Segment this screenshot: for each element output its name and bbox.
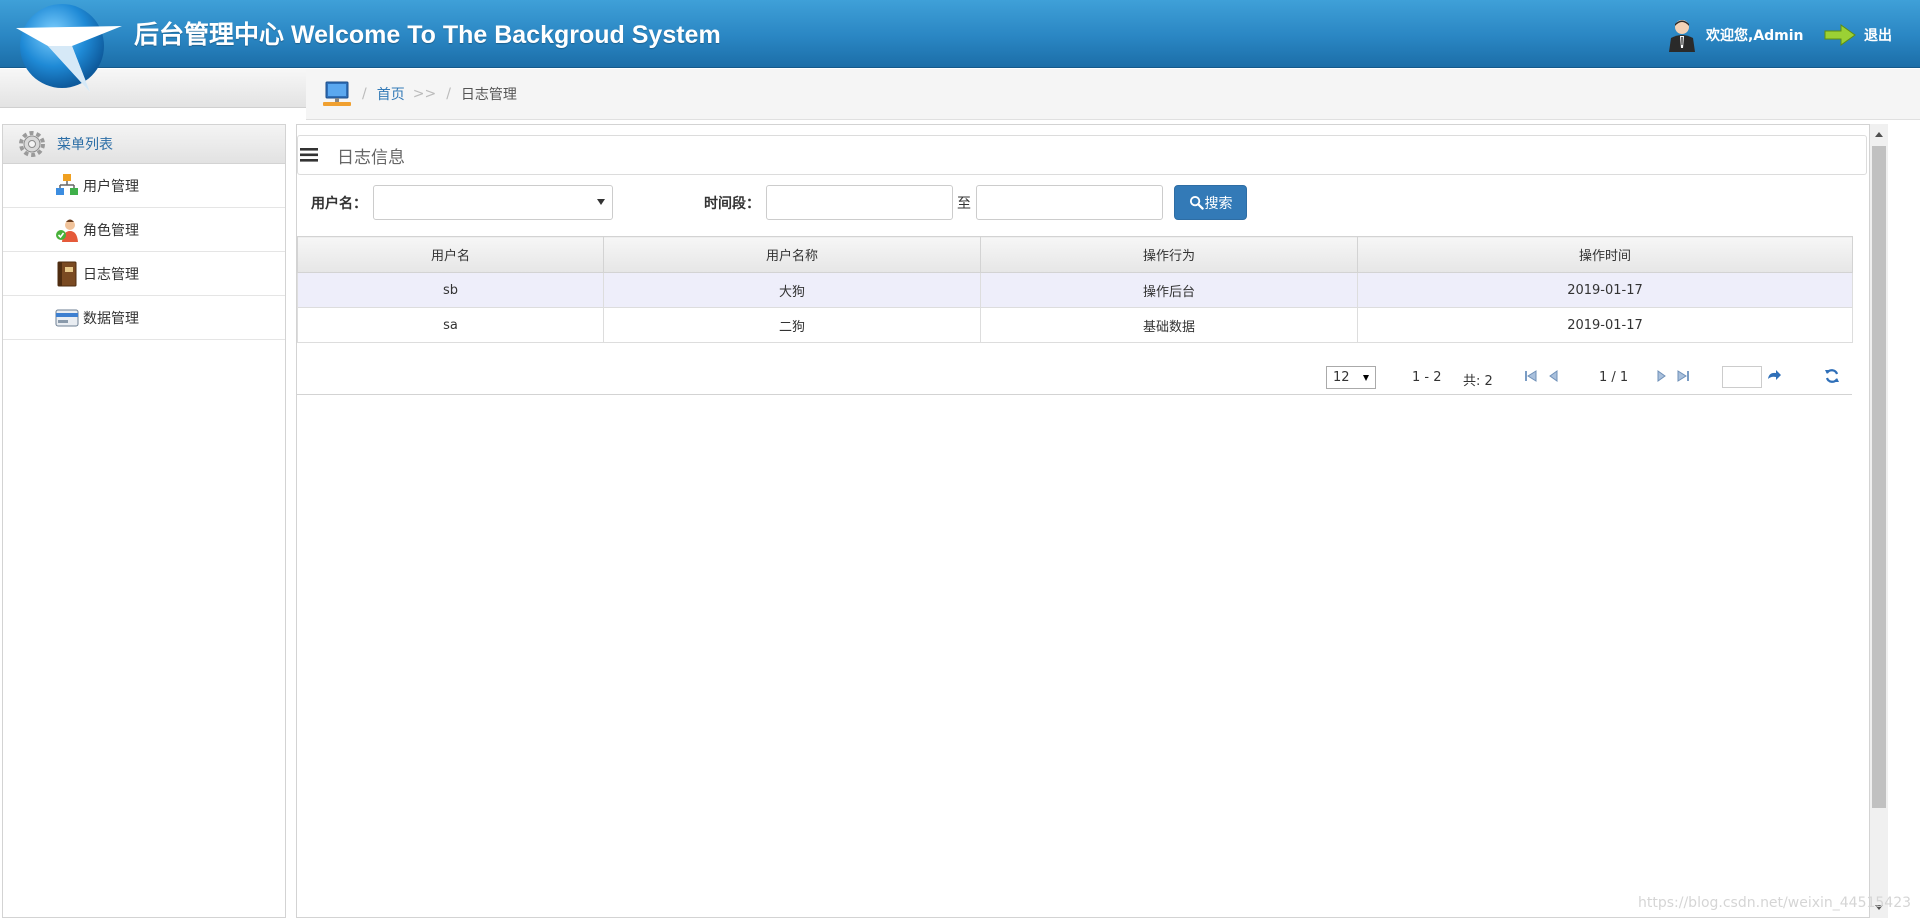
log-book-icon <box>57 261 77 286</box>
breadcrumb-separator: / <box>446 86 451 102</box>
top-header: 后台管理中心 Welcome To The Backgroud System 欢… <box>0 0 1920 68</box>
watermark-text: https://blog.csdn.net/weixin_44515423 <box>1638 895 1912 911</box>
pager: 12 1 - 2 共: 2 1 / 1 <box>297 358 1852 395</box>
table-header-row: 用户名 用户名称 操作行为 操作时间 <box>297 236 1853 273</box>
breadcrumb-separator: / <box>362 86 367 102</box>
sidebar-item-label: 日志管理 <box>83 266 139 283</box>
sidebar-heading: 菜单列表 <box>3 125 285 164</box>
page-indicator: 1 / 1 <box>1599 370 1629 385</box>
system-title: 后台管理中心 Welcome To The Backgroud System <box>134 21 721 49</box>
chevron-down-icon <box>1363 375 1369 381</box>
table-cell: 基础数据 <box>980 307 1358 343</box>
scrollbar-thumb[interactable] <box>1872 146 1886 808</box>
search-form: 用户名： 时间段： 至 搜索 <box>297 184 1871 220</box>
logo-icon <box>16 4 122 92</box>
breadcrumb-arrows: >> <box>412 86 437 102</box>
panel-header: 日志信息 <box>297 135 1867 175</box>
gear-icon <box>19 131 45 157</box>
breadcrumb-current: 日志管理 <box>460 87 517 103</box>
log-table: 用户名 用户名称 操作行为 操作时间 sb 大狗 操作后台 2019-01-17… <box>297 236 1853 343</box>
next-page-icon[interactable] <box>1653 368 1669 384</box>
welcome-user: 欢迎您,Admin <box>1666 18 1804 52</box>
column-header-username[interactable]: 用户名 <box>297 236 604 273</box>
to-label: 至 <box>957 196 971 212</box>
role-person-icon <box>56 219 78 242</box>
user-tree-icon <box>56 173 78 195</box>
column-header-time[interactable]: 操作时间 <box>1357 236 1853 273</box>
vertical-scrollbar[interactable] <box>1870 124 1888 918</box>
sidebar-item-label: 角色管理 <box>83 222 139 239</box>
end-date-input[interactable] <box>976 185 1163 220</box>
username-select[interactable] <box>373 185 613 220</box>
sidebar-item-label: 数据管理 <box>83 310 139 327</box>
table-cell: 二狗 <box>603 307 981 343</box>
computer-icon <box>323 81 351 106</box>
goto-page-input[interactable] <box>1722 366 1762 388</box>
breadcrumb-home-link[interactable]: 首页 <box>377 84 405 104</box>
sidebar-item-data-management[interactable]: 数据管理 <box>3 296 285 340</box>
start-date-input[interactable] <box>766 185 953 220</box>
search-button[interactable]: 搜索 <box>1174 185 1247 220</box>
refresh-icon[interactable] <box>1824 368 1840 384</box>
sidebar-item-label: 用户管理 <box>83 178 139 195</box>
previous-page-icon[interactable] <box>1546 368 1562 384</box>
chevron-down-icon <box>597 199 605 205</box>
scroll-up-icon[interactable] <box>1875 132 1883 137</box>
breadcrumb: / 首页 >> / 日志管理 <box>306 69 1920 120</box>
last-page-icon[interactable] <box>1675 368 1691 384</box>
welcome-text: 欢迎您,Admin <box>1706 28 1804 44</box>
record-total: 共: 2 <box>1463 374 1493 389</box>
arrow-right-icon <box>1824 24 1856 46</box>
logout-button[interactable]: 退出 <box>1824 18 1892 52</box>
sidebar-heading-label: 菜单列表 <box>57 137 113 153</box>
page-size-select[interactable]: 12 <box>1326 366 1376 389</box>
table-row[interactable]: sb 大狗 操作后台 2019-01-17 <box>297 272 1853 308</box>
page-size-value: 12 <box>1333 370 1350 385</box>
goto-page-icon[interactable] <box>1766 368 1782 384</box>
table-cell: 大狗 <box>603 272 981 308</box>
username-label: 用户名： <box>311 196 367 212</box>
search-icon <box>1189 195 1204 210</box>
sidebar-item-role-management[interactable]: 角色管理 <box>3 208 285 252</box>
sidebar-item-user-management[interactable]: 用户管理 <box>3 164 285 208</box>
table-cell: sb <box>297 272 604 308</box>
main-panel: 日志信息 用户名： 时间段： 至 搜索 用户名 用户名称 操作行为 操作时间 s… <box>296 124 1870 918</box>
table-cell: 2019-01-17 <box>1357 307 1853 343</box>
list-icon <box>300 148 318 162</box>
logout-label: 退出 <box>1864 28 1892 44</box>
column-header-user-display-name[interactable]: 用户名称 <box>603 236 981 273</box>
record-range: 1 - 2 <box>1412 370 1442 385</box>
table-cell: 2019-01-17 <box>1357 272 1853 308</box>
panel-title: 日志信息 <box>337 147 405 168</box>
period-label: 时间段： <box>704 196 760 212</box>
sidebar: 菜单列表 用户管理 角色管理 日志管理 数据管理 <box>2 124 286 918</box>
data-card-icon <box>55 309 79 326</box>
user-avatar-icon <box>1669 20 1695 52</box>
search-button-label: 搜索 <box>1204 195 1233 212</box>
column-header-action[interactable]: 操作行为 <box>980 236 1358 273</box>
first-page-icon[interactable] <box>1523 368 1539 384</box>
table-cell: sa <box>297 307 604 343</box>
sidebar-item-log-management[interactable]: 日志管理 <box>3 252 285 296</box>
table-row[interactable]: sa 二狗 基础数据 2019-01-17 <box>297 307 1853 343</box>
table-cell: 操作后台 <box>980 272 1358 308</box>
